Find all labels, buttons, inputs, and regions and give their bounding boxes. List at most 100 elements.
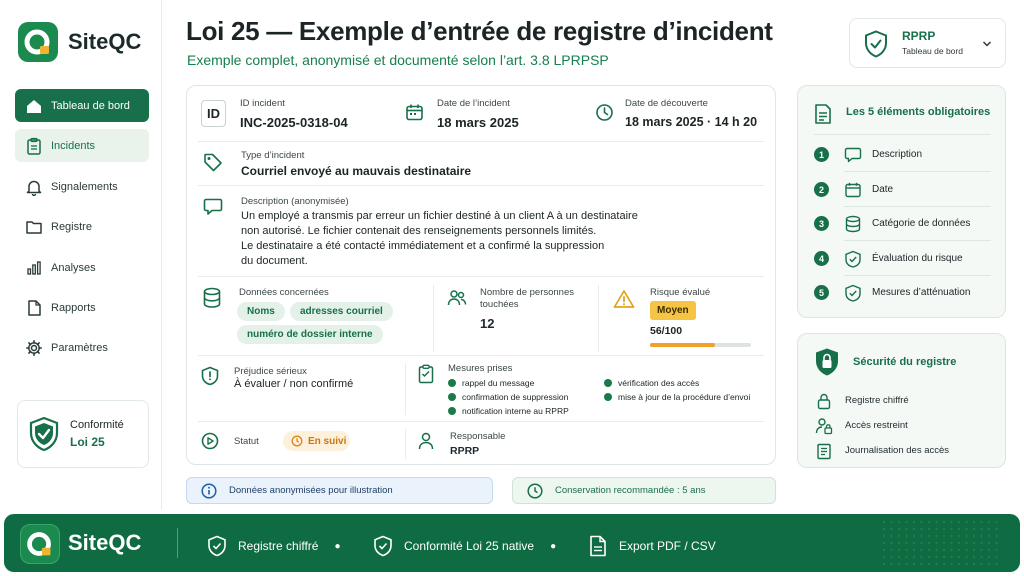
divider <box>198 355 764 356</box>
shield-check-icon <box>374 535 392 557</box>
bar-chart-icon <box>27 260 41 275</box>
divider <box>198 185 764 186</box>
sidebar-item-paramètres[interactable]: Paramètres <box>15 331 149 364</box>
divider <box>405 429 406 459</box>
sidebar-item-label: Registre <box>51 220 92 233</box>
shield-check-icon <box>845 250 861 268</box>
divider <box>177 528 178 558</box>
siteqc-logo-icon <box>18 22 58 62</box>
owner-label: Responsable <box>450 431 506 442</box>
step-number: 3 <box>814 216 829 231</box>
harm-value: À évaluer / non confirmé <box>234 378 354 390</box>
mandatory-item-label: Évaluation du risque <box>872 253 963 264</box>
clock-icon <box>527 482 543 499</box>
divider <box>198 276 764 277</box>
risk-badge: Moyen <box>650 301 696 320</box>
description-label: Description (anonymisée) <box>241 196 349 207</box>
compliance-line2: Loi 25 <box>70 435 105 449</box>
document-icon <box>28 299 41 316</box>
calendar-icon <box>845 182 861 198</box>
sidebar-item-label: Tableau de bord <box>51 99 130 112</box>
mandatory-title: Les 5 éléments obligatoires <box>846 106 991 118</box>
discovery-date-value: 18 mars 2025 · 14 h 20 <box>625 115 758 129</box>
divider <box>814 134 991 135</box>
id-value: INC-2025-0318-04 <box>240 115 348 130</box>
divider <box>405 363 406 415</box>
shield-check-icon <box>845 284 861 302</box>
data-chip: Noms <box>237 302 285 321</box>
divider <box>844 171 991 172</box>
divider <box>198 421 764 422</box>
measure-item: mise à jour de la procédure d’envoi <box>604 390 750 404</box>
type-label: Type d’incident <box>241 150 305 161</box>
risk-bar-fill <box>650 343 715 347</box>
database-icon <box>845 215 861 233</box>
harm-label: Préjudice sérieux <box>234 366 307 377</box>
sidebar-item-rapports[interactable]: Rapports <box>15 291 149 324</box>
footer-item-encrypted: Registre chiffré ● <box>207 535 341 557</box>
divider <box>844 240 991 241</box>
file-export-icon <box>590 535 606 557</box>
security-item-label: Registre chiffré <box>845 395 909 406</box>
step-number: 4 <box>814 251 829 266</box>
user-icon <box>418 432 434 450</box>
mandatory-item-label: Catégorie de données <box>872 218 971 229</box>
persons-label: Nombre de personnes touchées <box>480 287 574 310</box>
footer-item-compliance: Conformité Loi 25 native ● <box>373 535 556 557</box>
folder-icon <box>26 220 42 234</box>
brand-name: SiteQC <box>68 29 142 54</box>
chevron-down-icon <box>982 41 992 47</box>
discovery-date-label: Date de découverte <box>625 98 708 109</box>
clock-icon <box>596 104 613 121</box>
divider <box>598 285 599 352</box>
status-label: Statut <box>234 436 259 447</box>
id-badge: ID <box>201 100 226 127</box>
gear-icon <box>26 339 42 356</box>
people-icon <box>447 290 467 306</box>
mandatory-item-label: Mesures d’atténuation <box>872 287 971 298</box>
compliance-line1: Conformité <box>70 419 124 431</box>
checklist-icon <box>418 364 434 384</box>
sidebar-item-signalements[interactable]: Signalements <box>15 170 149 203</box>
sidebar-item-label: Paramètres <box>51 341 108 354</box>
persons-value: 12 <box>480 316 495 331</box>
home-icon <box>27 99 41 113</box>
shield-alert-icon <box>201 366 219 386</box>
status-badge: En suivi <box>283 431 350 451</box>
shield-check-icon <box>865 30 887 58</box>
sidebar-item-registre[interactable]: Registre <box>15 210 149 243</box>
sidebar-item-analyses[interactable]: Analyses <box>15 251 149 284</box>
measure-item: rappel du message <box>448 376 569 390</box>
measure-item: notification interne au RPRP <box>448 404 569 418</box>
anonymized-note: Données anonymisées pour illustration <box>186 477 493 504</box>
page-title: Loi 25 — Exemple d’entrée de registre d’… <box>186 16 773 46</box>
database-icon <box>203 287 221 308</box>
data-chip: numéro de dossier interne <box>237 325 383 344</box>
owner-value: RPRP <box>450 445 480 457</box>
play-circle-icon <box>201 432 219 450</box>
divider <box>844 275 991 276</box>
tag-icon <box>204 153 222 172</box>
sidebar-item-tableau-de-bord[interactable]: Tableau de bord <box>15 89 149 122</box>
sidebar-item-incidents[interactable]: Incidents <box>15 129 149 162</box>
measures-label: Mesures prises <box>448 363 513 374</box>
dot-pattern-decoration <box>882 520 998 566</box>
divider <box>844 206 991 207</box>
security-item-label: Accès restreint <box>845 420 908 431</box>
sidebar-item-label: Signalements <box>51 180 118 193</box>
user-role: Tableau de bord <box>902 46 963 56</box>
mandatory-item-label: Date <box>872 184 894 195</box>
user-menu[interactable]: RPRP Tableau de bord <box>849 18 1006 68</box>
shield-lock-icon <box>816 348 838 376</box>
footer-brand: SiteQC <box>68 530 142 555</box>
sidebar-item-label: Analyses <box>51 261 96 274</box>
step-number: 5 <box>814 285 829 300</box>
clock-icon <box>291 435 303 447</box>
incident-date-label: Date de l’incident <box>437 98 510 109</box>
siteqc-logo-icon <box>20 524 60 564</box>
shield-check-icon <box>208 535 226 557</box>
risk-label: Risque évalué <box>650 287 711 298</box>
measure-item: vérification des accès <box>604 376 750 390</box>
bell-icon <box>26 180 42 196</box>
measure-item: confirmation de suppression <box>448 390 569 404</box>
